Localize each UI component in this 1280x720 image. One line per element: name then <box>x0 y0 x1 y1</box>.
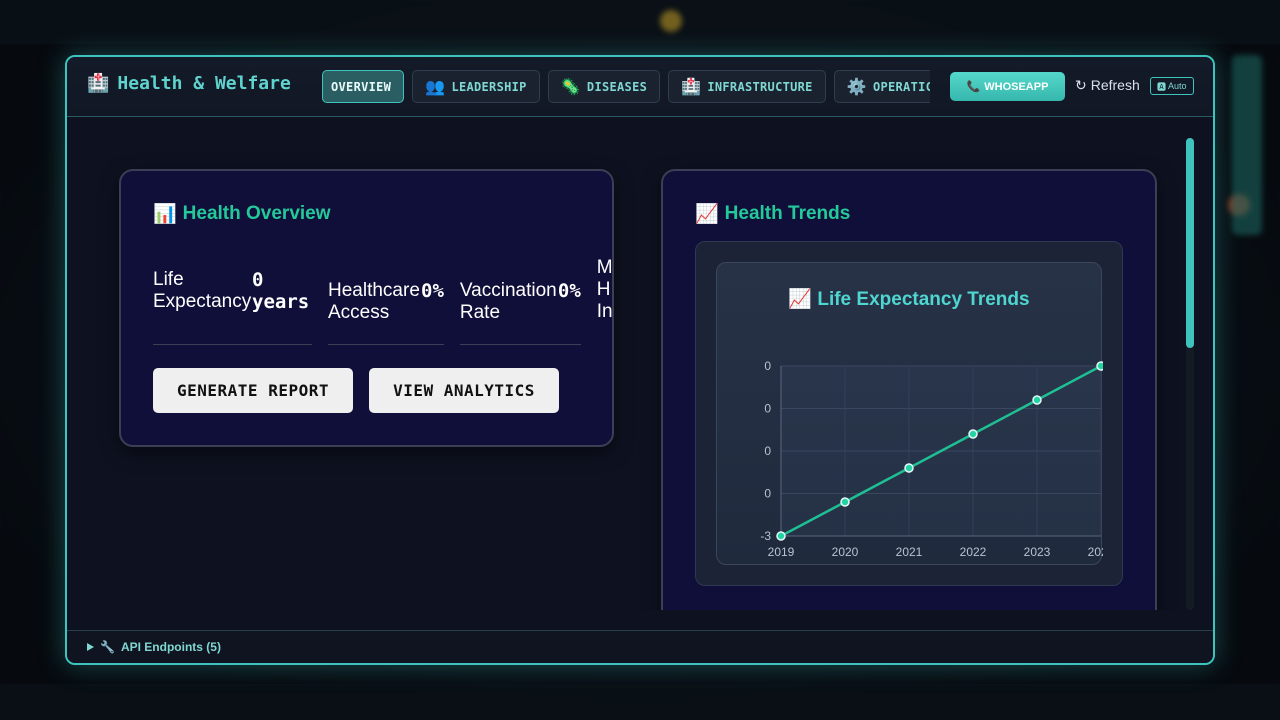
card-title-text: Health Overview <box>182 203 331 224</box>
whoseapp-button[interactable]: 📞 WHOSEAPP <box>950 72 1065 101</box>
background-glow <box>660 10 682 32</box>
card-title: 📊 Health Overview <box>153 202 331 226</box>
y-tick-label: -3 <box>760 529 771 543</box>
card-title: 📈 Health Trends <box>695 202 850 226</box>
auto-icon: 🅰 <box>1157 81 1167 92</box>
microbe-icon: 🦠 <box>560 77 581 96</box>
stat-truncated: M H In <box>596 257 613 345</box>
tab-diseases[interactable]: 🦠 DISEASES <box>547 70 661 103</box>
gear-icon: ⚙️ <box>846 77 867 96</box>
stat-value: 0% <box>557 280 581 302</box>
y-tick-label: 0 <box>764 487 771 501</box>
background-topbar <box>0 0 1280 44</box>
x-tick-label: 2020 <box>832 545 859 559</box>
api-endpoints-label: API Endpoints (5) <box>120 640 221 654</box>
scrollbar-thumb[interactable] <box>1186 138 1194 348</box>
stat-healthcare-access: Healthcare Access 0% <box>328 257 444 345</box>
auto-label: Auto <box>1168 81 1187 91</box>
chart-container: 📈 Life Expectancy Trends 0 0 0 0 -3 2019 2020 2… <box>695 241 1123 586</box>
data-point <box>840 497 850 507</box>
modal-header: 🏥 Health & Welfare OVERVIEW 👥 LEADERSHIP… <box>67 57 1213 117</box>
tab-operations-label: OPERATIC <box>872 79 930 94</box>
tab-overview-label: OVERVIEW <box>331 79 392 94</box>
view-analytics-button[interactable]: VIEW ANALYTICS <box>369 368 559 413</box>
data-point <box>904 463 914 473</box>
tab-infrastructure-label: INFRASTRUCTURE <box>707 79 813 94</box>
generate-report-button[interactable]: GENERATE REPORT <box>153 368 353 413</box>
stat-vaccination-rate: Vaccination Rate 0% <box>459 257 581 345</box>
stat-value: 0% <box>421 280 444 302</box>
wrench-icon: 🔧 <box>100 640 115 654</box>
stat-label: Healthcare Access <box>328 280 420 323</box>
refresh-icon: ↻ <box>1075 77 1087 93</box>
x-tick-label: 2021 <box>896 545 923 559</box>
data-point <box>1032 395 1042 405</box>
y-tick-label: 0 <box>764 359 771 373</box>
trend-chart-icon: 📈 <box>695 204 719 225</box>
x-tick-label: 2019 <box>768 545 795 559</box>
tab-operations[interactable]: ⚙️ OPERATIC <box>833 70 930 103</box>
stat-life-expectancy: Life Expectancy 0 years <box>153 257 312 345</box>
health-trends-card: 📈 Health Trends 📈 Life Expectancy Trends… <box>661 169 1157 610</box>
y-tick-label: 0 <box>764 444 771 458</box>
hospital-icon: 🏥 <box>87 73 110 94</box>
background-bottombar <box>0 684 1280 720</box>
stat-label: Vaccination Rate <box>459 280 557 323</box>
modal-footer: 🔧 API Endpoints (5) <box>67 630 1213 663</box>
tab-leadership-label: LEADERSHIP <box>451 79 527 94</box>
bar-chart-icon: 📊 <box>153 204 177 225</box>
expand-triangle-icon <box>87 643 94 651</box>
phone-icon: 📞 <box>966 81 981 93</box>
tab-infrastructure[interactable]: 🏥 INFRASTRUCTURE <box>668 70 826 103</box>
whoseapp-label: WHOSEAPP <box>984 80 1049 93</box>
data-point <box>968 429 978 439</box>
health-welfare-modal: 🏥 Health & Welfare OVERVIEW 👥 LEADERSHIP… <box>65 55 1215 665</box>
x-tick-label: 2023 <box>1024 545 1051 559</box>
card-title-text: Health Trends <box>724 203 851 224</box>
stat-value: 0 years <box>252 269 310 313</box>
background-glow <box>1232 55 1262 235</box>
stats-row: Life Expectancy 0 years Healthcare Acces… <box>153 257 613 347</box>
people-icon: 👥 <box>425 77 446 96</box>
life-expectancy-chart: 0 0 0 0 -3 2019 2020 2021 2022 2023 2024 <box>760 359 1103 559</box>
hospital-icon: 🏥 <box>681 77 702 96</box>
tab-diseases-label: DISEASES <box>586 79 648 94</box>
chart-panel: 📈 Life Expectancy Trends 0 0 0 0 -3 2019 2020 2… <box>716 262 1103 565</box>
tab-overview[interactable]: OVERVIEW <box>322 70 405 103</box>
modal-body: 📊 Health Overview Life Expectancy 0 year… <box>67 118 1213 610</box>
refresh-button[interactable]: ↻ Refresh <box>1075 77 1140 94</box>
tab-leadership[interactable]: 👥 LEADERSHIP <box>412 70 540 103</box>
stat-label: M H In <box>596 257 613 322</box>
api-endpoints-toggle[interactable]: 🔧 API Endpoints (5) <box>87 640 221 654</box>
data-point <box>1096 361 1103 371</box>
refresh-label: Refresh <box>1090 77 1140 93</box>
data-point <box>776 531 786 541</box>
health-overview-card: 📊 Health Overview Life Expectancy 0 year… <box>119 169 614 447</box>
modal-title: 🏥 Health & Welfare <box>87 73 291 94</box>
tab-bar: OVERVIEW 👥 LEADERSHIP 🦠 DISEASES 🏥 INFRA… <box>322 70 930 104</box>
stat-label: Life Expectancy <box>153 269 252 312</box>
auto-toggle[interactable]: 🅰 Auto <box>1150 77 1194 95</box>
x-tick-label: 2024 <box>1088 545 1103 559</box>
y-tick-label: 0 <box>764 402 771 416</box>
x-tick-label: 2022 <box>960 545 987 559</box>
modal-title-text: Health & Welfare <box>117 73 291 94</box>
